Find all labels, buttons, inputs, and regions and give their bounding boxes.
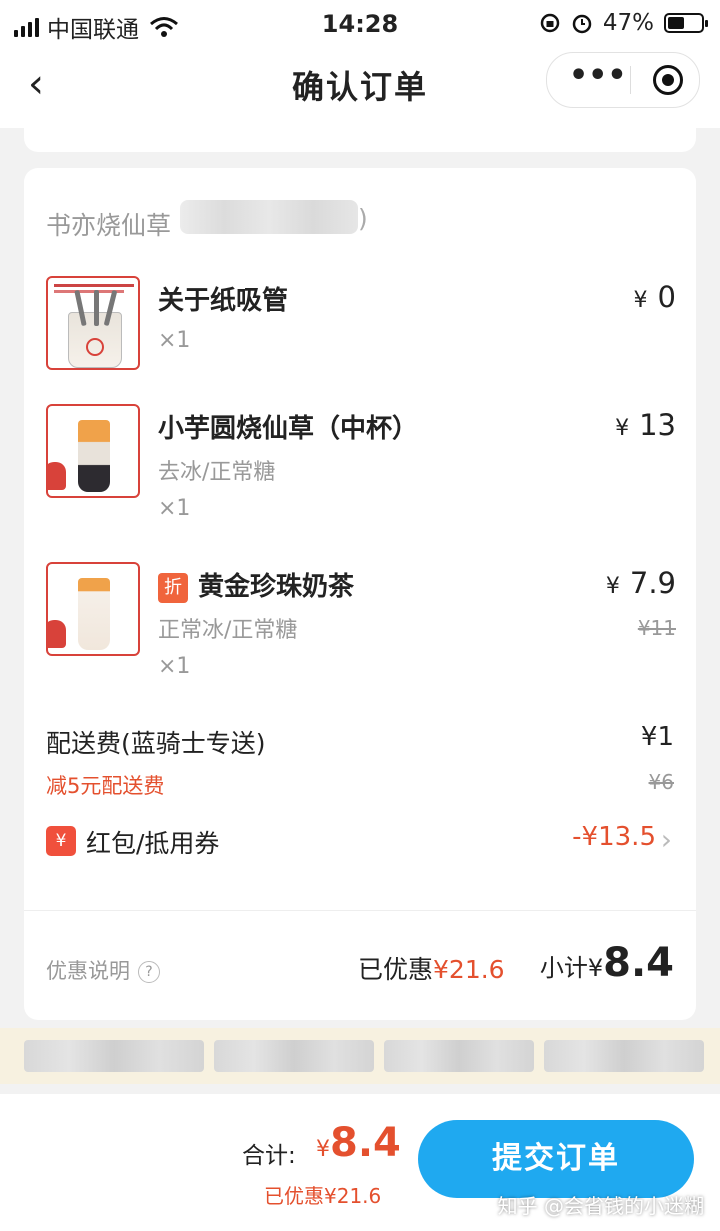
nav-bar: ‹ 确认订单 ••• xyxy=(0,48,720,128)
help-icon[interactable]: ? xyxy=(138,961,160,983)
product-name: 折黄金珍珠奶茶 xyxy=(158,566,354,603)
submit-order-button[interactable]: 提交订单 xyxy=(418,1120,694,1198)
product-image xyxy=(46,404,140,498)
product-qty: ×1 xyxy=(158,496,191,521)
store-name-suffix: ) xyxy=(358,204,368,233)
product-price: ¥7.9 xyxy=(605,566,676,600)
status-bar: 中国联通 14:28 47% xyxy=(0,0,720,48)
checkout-bar: 合计: ¥8.4 已优惠¥21.6 提交订单 知乎 @会省钱的小迷糊 xyxy=(0,1094,720,1231)
divider xyxy=(24,910,696,911)
delivery-fee-label: 配送费(蓝骑士专送) xyxy=(46,729,266,758)
product-spec: 去冰/正常糖 xyxy=(158,460,276,485)
battery-icon xyxy=(664,13,708,33)
product-price: ¥13 xyxy=(615,408,676,442)
watermark: 知乎 @会省钱的小迷糊 xyxy=(497,1194,704,1218)
delivery-original-fee: ¥6 xyxy=(648,770,674,794)
order-card: 书亦烧仙草 ) 关于纸吸管 ×1 ¥0 小芋圆烧仙草（中杯） 去冰/正常糖 ×1… xyxy=(24,168,696,1020)
coupon-label[interactable]: 红包/抵用券 xyxy=(86,824,219,860)
battery-percent: 47% xyxy=(602,10,654,36)
list-item: 小芋圆烧仙草（中杯） 去冰/正常糖 ×1 ¥13 xyxy=(46,404,676,534)
saved-amount: 已优惠¥21.6 xyxy=(358,955,505,984)
list-item: 关于纸吸管 ×1 ¥0 xyxy=(46,276,676,372)
discount-badge: 折 xyxy=(158,573,188,603)
subtotal: 小计¥8.4 xyxy=(539,940,674,986)
alarm-icon xyxy=(572,14,592,34)
store-name: 书亦烧仙草 xyxy=(46,211,172,240)
list-item: 折黄金珍珠奶茶 正常冰/正常糖 ×1 ¥7.9 ¥11 xyxy=(46,562,676,692)
total-amount: ¥8.4 xyxy=(316,1120,401,1166)
status-right: 47% xyxy=(539,10,708,36)
product-name: 小芋圆烧仙草（中杯） xyxy=(158,414,419,444)
product-spec: 正常冰/正常糖 xyxy=(158,618,298,643)
product-price: ¥0 xyxy=(633,280,676,314)
rotation-lock-icon xyxy=(540,13,560,33)
delivery-discount-note: 减5元配送费 xyxy=(46,774,165,798)
chevron-right-icon[interactable]: › xyxy=(661,823,672,856)
coupon-value[interactable]: -¥13.5 xyxy=(572,822,656,852)
product-image xyxy=(46,562,140,656)
product-qty: ×1 xyxy=(158,328,191,353)
coupon-icon: ¥ xyxy=(46,826,76,856)
previous-card xyxy=(24,120,696,152)
store-name-blurred xyxy=(180,200,358,234)
delivery-fee-value: ¥1 xyxy=(640,722,674,752)
more-icon[interactable]: ••• xyxy=(569,61,627,91)
promo-explanation[interactable]: 优惠说明? xyxy=(46,955,160,985)
product-name: 关于纸吸管 xyxy=(158,286,289,316)
capsule-divider xyxy=(630,66,631,94)
original-price: ¥11 xyxy=(637,616,676,640)
blurred-notice xyxy=(0,1028,720,1084)
total-label: 合计: xyxy=(242,1143,296,1169)
mini-program-capsule: ••• xyxy=(546,52,700,108)
product-image xyxy=(46,276,140,370)
total-saved: 已优惠¥21.6 xyxy=(264,1184,382,1208)
product-qty: ×1 xyxy=(158,654,191,679)
close-target-icon[interactable] xyxy=(653,65,683,95)
